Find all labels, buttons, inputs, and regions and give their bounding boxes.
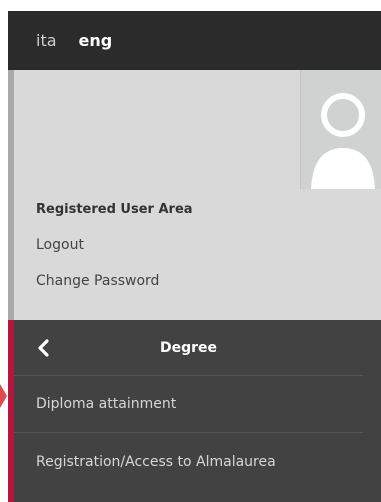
pointer-arrow-icon <box>0 384 7 408</box>
language-bar: ita eng <box>8 11 381 70</box>
language-eng-link[interactable]: eng <box>79 31 113 50</box>
left-strip <box>0 0 8 502</box>
degree-menu: Degree Diploma attainment Registration/A… <box>8 320 381 502</box>
menu-header: Degree <box>14 320 363 376</box>
menu-item-diploma-attainment[interactable]: Diploma attainment <box>14 376 363 433</box>
registered-user-area: Registered User Area Logout Change Passw… <box>8 70 381 320</box>
menu-item-almalaurea[interactable]: Registration/Access to Almalaurea <box>14 433 363 490</box>
user-avatar-icon <box>300 70 381 189</box>
logout-link[interactable]: Logout <box>36 237 193 253</box>
side-panel: ita eng Registered User Area Logout Chan… <box>8 11 381 502</box>
user-area-title: Registered User Area <box>36 202 193 217</box>
language-ita-link[interactable]: ita <box>36 31 57 50</box>
menu-title: Degree <box>159 339 218 356</box>
page: ita eng Registered User Area Logout Chan… <box>0 0 381 502</box>
change-password-link[interactable]: Change Password <box>36 273 193 289</box>
